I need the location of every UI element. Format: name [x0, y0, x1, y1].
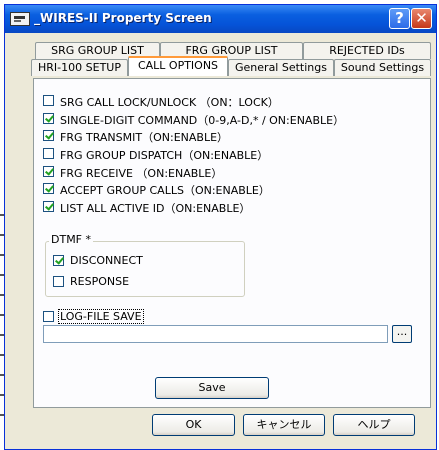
option-label: ACCEPT GROUP CALLS（ON:ENABLE） [60, 184, 270, 197]
close-button[interactable]: ✕ [411, 8, 432, 29]
option-label: FRG TRANSMIT（ON:ENABLE） [60, 131, 229, 144]
option-label: FRG RECEIVE （ON:ENABLE） [60, 167, 223, 180]
option-label: LIST ALL ACTIVE ID（ON:ENABLE） [60, 202, 251, 215]
dtmf-group [45, 241, 245, 297]
tab-sound-settings[interactable]: Sound Settings [334, 59, 431, 76]
property-dialog: _WIRES-II Property Screen ? ✕ SRG GROUP … [4, 4, 437, 450]
list-all-active-id-checkbox[interactable] [43, 201, 54, 212]
browse-button[interactable]: ... [392, 325, 412, 343]
cancel-button[interactable]: キャンセル [243, 414, 325, 436]
option-label: FRG GROUP DISPATCH（ON:ENABLE） [60, 149, 269, 162]
app-icon [10, 12, 30, 26]
title-bar[interactable]: _WIRES-II Property Screen ? ✕ [5, 5, 436, 33]
option-label: RESPONSE [70, 275, 130, 288]
tab-hri-100-setup[interactable]: HRI-100 SETUP [31, 59, 128, 76]
single-digit-command-checkbox[interactable] [43, 113, 54, 124]
dtmf-response-checkbox[interactable] [53, 276, 64, 287]
option-label: SRG CALL LOCK/UNLOCK （ON：LOCK） [60, 96, 279, 109]
ok-button[interactable]: OK [152, 414, 235, 436]
help-title-button[interactable]: ? [389, 8, 410, 29]
log-file-save-checkbox[interactable] [43, 311, 54, 322]
tab-call-options[interactable]: CALL OPTIONS [128, 56, 228, 76]
accept-group-calls-checkbox[interactable] [43, 183, 54, 194]
help-button[interactable]: ヘルプ [333, 414, 415, 436]
log-file-path-input[interactable] [43, 325, 388, 343]
call-options-panel: SRG CALL LOCK/UNLOCK （ON：LOCK） SINGLE-DI… [33, 78, 431, 408]
tab-general-settings[interactable]: General Settings [228, 59, 334, 76]
dtmf-group-label: DTMF * [49, 233, 94, 246]
dtmf-disconnect-checkbox[interactable] [53, 255, 64, 266]
srg-call-lock-checkbox[interactable] [43, 95, 54, 106]
option-label: DISCONNECT [70, 254, 143, 267]
frg-group-dispatch-checkbox[interactable] [43, 148, 54, 159]
option-label: SINGLE-DIGIT COMMAND（0-9,A-D,* / ON:ENAB… [60, 114, 345, 127]
tab-rejected-ids[interactable]: REJECTED IDs [303, 42, 431, 59]
frg-transmit-checkbox[interactable] [43, 130, 54, 141]
window-title: _WIRES-II Property Screen [34, 11, 212, 25]
save-button[interactable]: Save [155, 377, 269, 399]
frg-receive-checkbox[interactable] [43, 166, 54, 177]
option-label: LOG-FILE SAVE [58, 309, 144, 324]
